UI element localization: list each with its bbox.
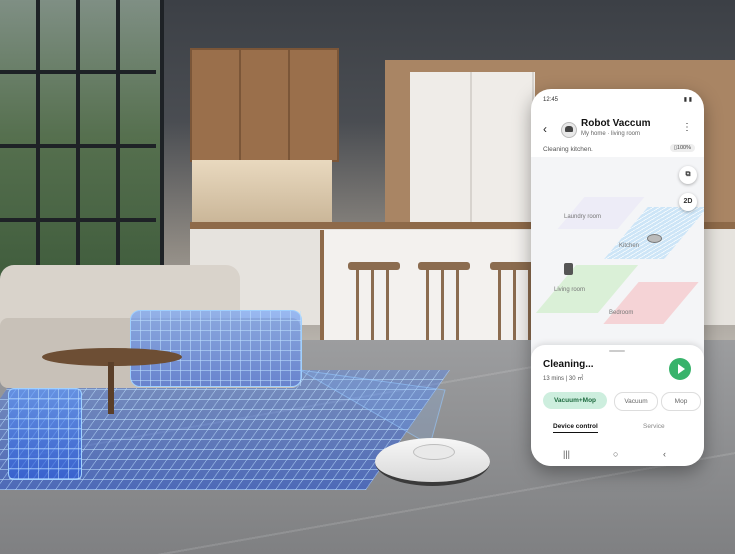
room-label: Kitchen	[619, 243, 640, 249]
mode-vacuum[interactable]: Vacuum	[614, 392, 658, 411]
system-nav-bar: ||| ○ ‹	[531, 446, 704, 466]
status-time: 12:45	[543, 97, 559, 103]
robot-position-icon	[647, 234, 662, 243]
arrow-left-icon[interactable]: ‹	[543, 122, 547, 136]
battery-badge: ▯100%	[669, 144, 695, 152]
robot-vacuum	[375, 438, 490, 486]
phone-app: 12:45 ▮ ▮ ‹ Robot Vaccum My home · livin…	[531, 89, 704, 466]
dock-icon	[564, 263, 573, 275]
floor-map[interactable]: Laundry room Kitchen Living room Bedroom…	[531, 157, 704, 357]
layers-icon[interactable]: ⧉	[679, 166, 697, 184]
tab-device-control[interactable]: Device control	[553, 423, 598, 433]
mode-vacuum-mop[interactable]: Vacuum+Mop	[543, 392, 607, 409]
app-title: Robot Vaccum	[581, 118, 651, 129]
cleaning-meta: 13 mins | 30 ㎡	[543, 376, 584, 382]
app-subtitle: My home · living room	[581, 131, 641, 137]
mode-mop[interactable]: Mop	[661, 392, 701, 411]
home-icon[interactable]: ○	[613, 449, 618, 459]
control-sheet: Cleaning... 13 mins | 30 ㎡ Vacuum+Mop Va…	[531, 345, 704, 466]
status-message: Cleaning kitchen.	[543, 146, 593, 153]
tab-service[interactable]: Service	[643, 423, 665, 430]
room-label: Laundry room	[564, 214, 602, 220]
sheet-handle[interactable]	[609, 350, 625, 352]
more-vertical-icon[interactable]: ⋮	[682, 122, 692, 133]
room-laundry[interactable]	[557, 197, 645, 229]
robot-avatar	[561, 122, 577, 138]
view-mode-toggle[interactable]: 2D	[679, 193, 697, 211]
room-label: Bedroom	[609, 310, 634, 316]
robot-vacuum-lidar	[413, 444, 455, 460]
play-icon[interactable]	[669, 358, 691, 380]
room-label: Living room	[554, 287, 586, 293]
cleaning-title: Cleaning...	[543, 359, 594, 370]
signal-battery-icon: ▮ ▮	[683, 97, 692, 103]
recent-apps-icon[interactable]: |||	[563, 449, 570, 459]
nav-back-icon[interactable]: ‹	[663, 449, 666, 459]
